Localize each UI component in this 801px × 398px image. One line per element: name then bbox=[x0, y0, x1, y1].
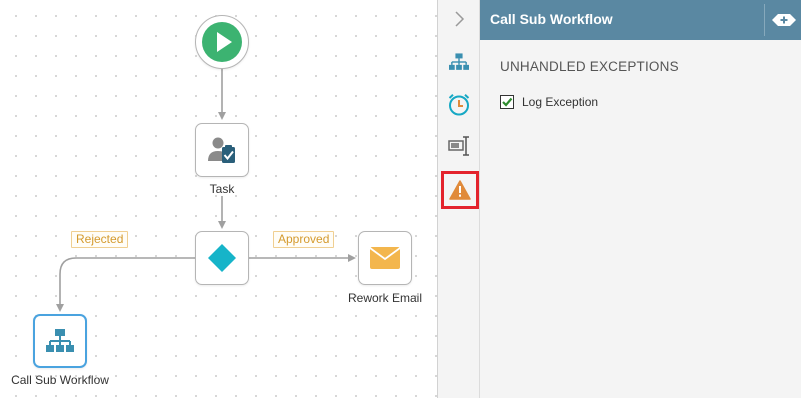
unhandled-exceptions-heading: UNHANDLED EXCEPTIONS bbox=[500, 59, 679, 74]
rework-email-node[interactable] bbox=[358, 231, 412, 285]
add-button[interactable] bbox=[770, 10, 798, 30]
expand-panel-button[interactable] bbox=[442, 2, 476, 36]
workflow-canvas[interactable]: Task Rework Email Call Sub Workflow Reje… bbox=[0, 0, 437, 398]
play-icon bbox=[202, 22, 242, 62]
call-sub-workflow-node-label: Call Sub Workflow bbox=[11, 373, 109, 387]
warning-icon bbox=[449, 180, 471, 200]
timer-tab-button[interactable] bbox=[442, 87, 476, 121]
envelope-icon bbox=[369, 247, 401, 269]
checkmark-icon bbox=[502, 97, 513, 107]
hierarchy-icon bbox=[449, 53, 469, 70]
stopwatch-icon bbox=[448, 94, 470, 116]
approved-edge-label: Approved bbox=[273, 231, 335, 248]
task-node[interactable] bbox=[195, 123, 249, 177]
text-input-tab-button[interactable] bbox=[442, 129, 476, 163]
properties-panel: Call Sub Workflow UNHANDLED EXCEPTIONS L… bbox=[480, 0, 801, 398]
exceptions-tab-button[interactable] bbox=[441, 171, 479, 209]
decision-node[interactable] bbox=[195, 231, 249, 285]
rejected-edge-label: Rejected bbox=[71, 231, 129, 248]
header-divider bbox=[764, 4, 765, 36]
panel-title: Call Sub Workflow bbox=[490, 11, 613, 27]
start-node[interactable] bbox=[195, 15, 249, 69]
panel-header: Call Sub Workflow bbox=[480, 0, 801, 40]
log-exception-checkbox[interactable] bbox=[500, 95, 514, 109]
task-node-label: Task bbox=[209, 182, 235, 196]
chevron-right-icon bbox=[455, 11, 465, 27]
hierarchy-icon bbox=[46, 329, 74, 352]
call-sub-workflow-node[interactable] bbox=[33, 314, 87, 368]
log-exception-row: Log Exception bbox=[500, 95, 598, 109]
diamond-icon bbox=[208, 244, 236, 272]
properties-icon-strip bbox=[437, 0, 480, 398]
user-task-icon bbox=[208, 137, 235, 163]
add-icon bbox=[772, 14, 796, 26]
log-exception-label: Log Exception bbox=[522, 95, 599, 109]
text-cursor-icon bbox=[448, 136, 469, 156]
workflow-tab-button[interactable] bbox=[442, 45, 476, 79]
connector-rejected bbox=[56, 257, 195, 312]
rework-email-node-label: Rework Email bbox=[347, 291, 423, 305]
